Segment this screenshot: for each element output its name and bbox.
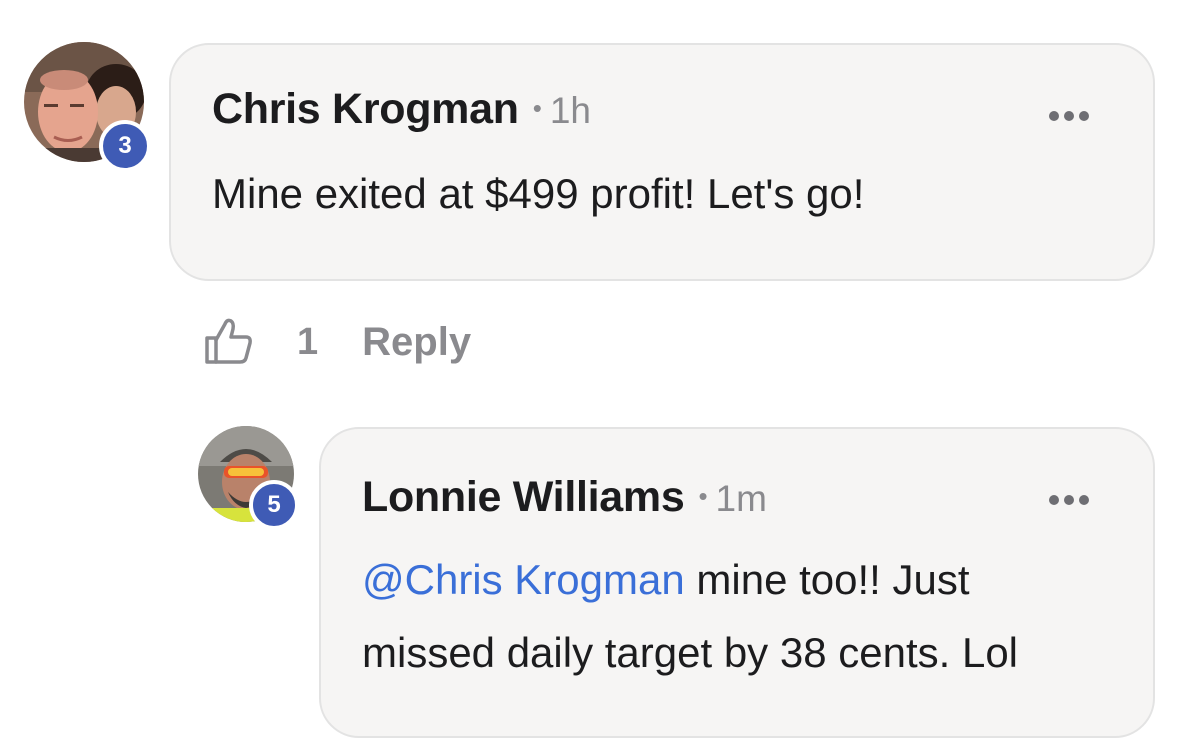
thumbs-up-icon[interactable] (203, 316, 255, 368)
comment-bubble: Lonnie Williams • 1m @Chris Krogman mine… (319, 427, 1155, 738)
author-name[interactable]: Chris Krogman (212, 85, 519, 134)
comment-thread: 3 Chris Krogman • 1h Mine exited at $499… (0, 0, 1179, 748)
level-badge: 5 (249, 480, 299, 530)
timestamp[interactable]: 1m (716, 478, 767, 520)
author-name[interactable]: Lonnie Williams (362, 473, 685, 522)
comment-text: @Chris Krogman mine too!! Just missed da… (362, 543, 1018, 689)
more-options-icon[interactable] (1049, 495, 1089, 505)
comment-header: Chris Krogman • 1h (212, 85, 591, 134)
separator-dot: • (532, 93, 542, 123)
comment-text-line: mine too!! Just (684, 556, 970, 603)
comment-actions: 1 Reply (203, 316, 471, 368)
more-options-icon[interactable] (1049, 111, 1089, 121)
comment-bubble: Chris Krogman • 1h Mine exited at $499 p… (169, 43, 1155, 281)
like-count: 1 (297, 320, 319, 363)
mention-link[interactable]: @Chris Krogman (362, 556, 685, 603)
reply-button[interactable]: Reply (362, 320, 471, 365)
comment-text-line: missed daily target by 38 cents. Lol (362, 629, 1019, 676)
timestamp[interactable]: 1h (550, 90, 591, 132)
separator-dot: • (698, 481, 708, 511)
comment-text: Mine exited at $499 profit! Let's go! (212, 170, 865, 217)
comment-header: Lonnie Williams • 1m (362, 473, 767, 522)
level-badge: 3 (99, 120, 151, 172)
